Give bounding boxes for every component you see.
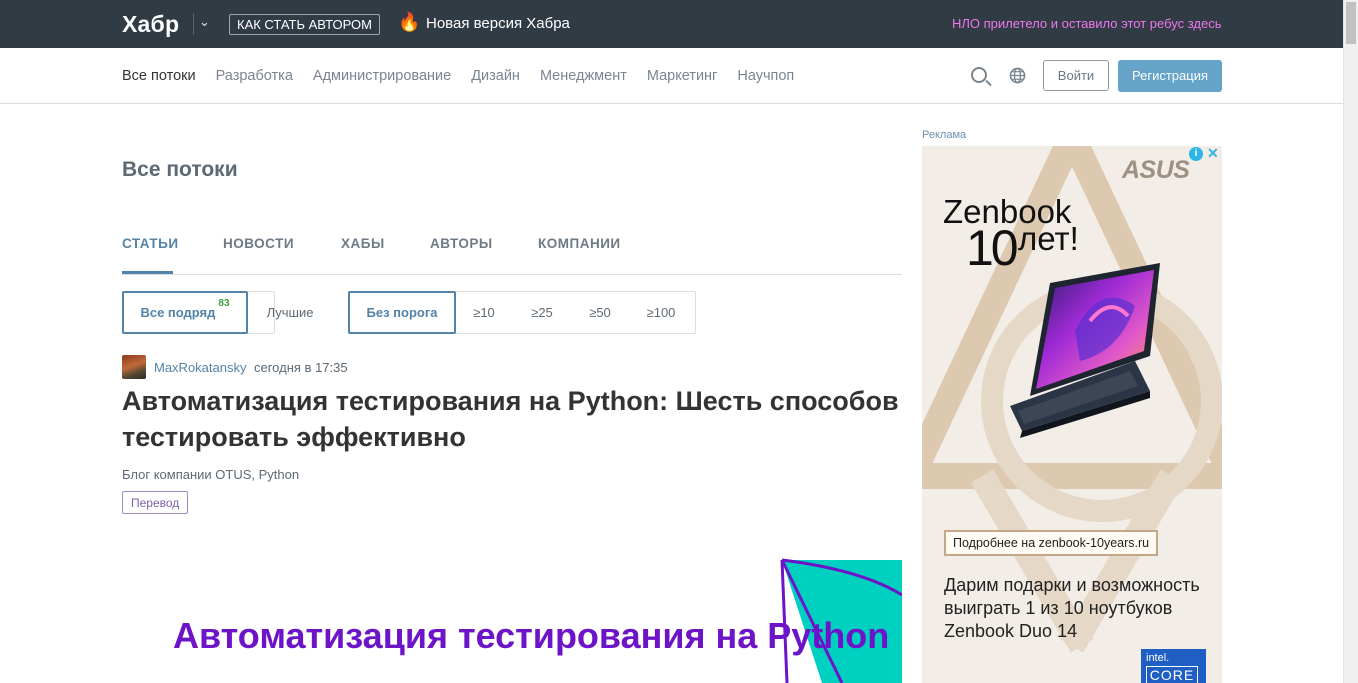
threshold-25-button[interactable]: ≥25 (519, 292, 565, 333)
nav-bar: Все потоки Разработка Администрирование … (0, 48, 1343, 104)
threshold-10-button[interactable]: ≥10 (461, 292, 507, 333)
nav-item-marketing[interactable]: Маркетинг (647, 68, 718, 84)
cover-title: Автоматизация тестирования на Python (173, 615, 890, 656)
filter-best-button[interactable]: Лучшие (249, 292, 331, 333)
tab-authors[interactable]: АВТОРЫ (430, 236, 493, 251)
flow-nav: Все потоки Разработка Администрирование … (122, 68, 814, 84)
nav-item-popsci[interactable]: Научпоп (737, 68, 794, 84)
intel-logo: intel. CORE (1141, 649, 1206, 683)
active-tab-indicator (122, 271, 173, 274)
ad-label: Реклама (922, 129, 967, 141)
intel-wordmark: intel. (1146, 652, 1170, 664)
logo-separator (193, 13, 194, 35)
nav-item-admin[interactable]: Администрирование (313, 68, 451, 84)
adchoices-icon[interactable]: i (1189, 147, 1203, 161)
filter-best-label: Лучшие (266, 305, 314, 320)
nav-item-management[interactable]: Менеджмент (540, 68, 627, 84)
scrollbar-thumb[interactable] (1346, 2, 1356, 44)
ad-banner[interactable]: ASUS i ✕ Zenbook 10 лет! Подробнее на ze… (922, 146, 1222, 683)
post-cover-image[interactable]: Автоматизация тестирования на Python (122, 545, 902, 683)
nav-item-development[interactable]: Разработка (216, 68, 293, 84)
content-tabs: СТАТЬИ НОВОСТИ ХАБЫ АВТОРЫ КОМПАНИИ (122, 236, 902, 275)
page-scrollbar[interactable] (1343, 0, 1358, 683)
ad-promo-text: Дарим подарки и возможность выиграть 1 и… (944, 575, 1200, 641)
threshold-none-button[interactable]: Без порога (348, 291, 456, 334)
register-button[interactable]: Регистрация (1118, 60, 1222, 92)
intel-core-label: CORE (1146, 666, 1198, 683)
tab-hubs[interactable]: ХАБЫ (341, 236, 385, 251)
page-title: Все потоки (122, 158, 238, 181)
habr-logo[interactable]: Хабр (122, 11, 179, 38)
sort-filter-group: Все подряд83 Лучшие (122, 291, 313, 334)
nav-item-all[interactable]: Все потоки (122, 68, 196, 84)
new-version-link[interactable]: Новая версия Хабра (426, 15, 570, 32)
tab-news[interactable]: НОВОСТИ (223, 236, 294, 251)
post-hubs[interactable]: Блог компании OTUS, Python (122, 467, 299, 482)
ad-more-link[interactable]: Подробнее на zenbook-10years.ru (944, 530, 1159, 556)
ad-headline-years: лет! (1018, 220, 1079, 257)
nav-item-design[interactable]: Дизайн (471, 68, 520, 84)
close-icon[interactable]: ✕ (1207, 146, 1219, 162)
cover-shapes (780, 558, 902, 683)
chevron-down-icon[interactable]: ⌄ (199, 14, 210, 30)
search-icon[interactable] (971, 67, 987, 83)
threshold-none-label: Без порога (366, 305, 438, 320)
threshold-filter-group: Без порога ≥10 ≥25 ≥50 ≥100 (348, 291, 696, 334)
new-posts-count: 83 (218, 298, 230, 309)
author-avatar[interactable] (122, 355, 146, 379)
laptop-image (1010, 263, 1160, 438)
tab-companies[interactable]: КОМПАНИИ (538, 236, 621, 251)
filter-all-label: Все подряд (140, 305, 216, 320)
tab-articles[interactable]: СТАТЬИ (122, 236, 179, 251)
author-link[interactable]: MaxRokatansky (154, 360, 246, 375)
filter-all-button[interactable]: Все подряд83 (122, 291, 248, 334)
threshold-50-button[interactable]: ≥50 (577, 292, 623, 333)
threshold-100-button[interactable]: ≥100 (635, 292, 687, 333)
become-author-button[interactable]: КАК СТАТЬ АВТОРОМ (229, 14, 380, 35)
translation-badge[interactable]: Перевод (122, 491, 189, 514)
login-button[interactable]: Войти (1043, 60, 1109, 91)
top-bar: Хабр ⌄ КАК СТАТЬ АВТОРОМ 🔥 Новая версия … (0, 0, 1343, 48)
post-time: сегодня в 17:35 (254, 360, 348, 375)
fire-icon: 🔥 (398, 12, 421, 32)
post-title[interactable]: Автоматизация тестирования на Python: Ше… (122, 383, 902, 455)
asus-logo: ASUS (1122, 156, 1190, 184)
globe-icon[interactable] (1009, 67, 1026, 84)
ufo-link[interactable]: НЛО прилетело и оставило этот ребус здес… (952, 16, 1222, 31)
